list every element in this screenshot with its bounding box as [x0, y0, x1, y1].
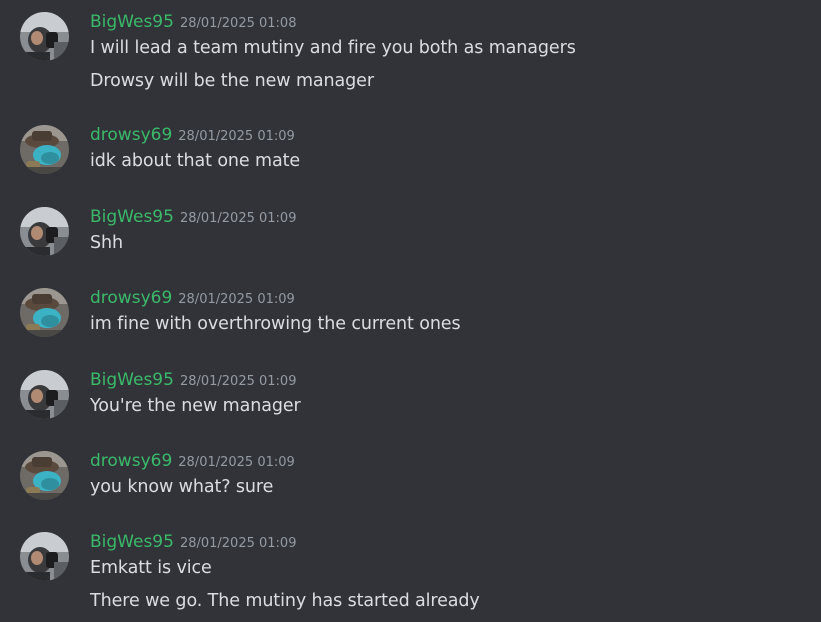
- username[interactable]: drowsy69: [90, 288, 172, 308]
- message-header: drowsy69 28/01/2025 01:09: [90, 125, 295, 149]
- message-text: Shh: [90, 233, 123, 253]
- message-text: There we go. The mutiny has started alre…: [90, 591, 480, 611]
- timestamp: 28/01/2025 01:08: [179, 16, 297, 31]
- message-text: Emkatt is vice: [90, 558, 212, 578]
- username[interactable]: BigWes95: [90, 532, 174, 552]
- message-header: drowsy69 28/01/2025 01:09: [90, 451, 295, 475]
- timestamp: 28/01/2025 01:09: [179, 536, 297, 551]
- username[interactable]: drowsy69: [90, 451, 172, 471]
- timestamp: 28/01/2025 01:09: [179, 211, 297, 226]
- message-list: BigWes95 28/01/2025 01:08 I will lead a t…: [0, 0, 821, 622]
- message-text: im fine with overthrowing the current on…: [90, 314, 461, 334]
- message-header: BigWes95 28/01/2025 01:09: [90, 532, 296, 556]
- message-text: I will lead a team mutiny and fire you b…: [90, 38, 576, 58]
- drowsy69-avatar[interactable]: [20, 451, 69, 500]
- timestamp: 28/01/2025 01:09: [179, 374, 297, 389]
- message-text: idk about that one mate: [90, 151, 301, 171]
- timestamp: 28/01/2025 01:09: [178, 292, 295, 307]
- message-header: drowsy69 28/01/2025 01:09: [90, 288, 295, 312]
- message-text: you know what? sure: [90, 477, 274, 497]
- username[interactable]: drowsy69: [90, 125, 172, 145]
- username[interactable]: BigWes95: [90, 207, 174, 227]
- timestamp: 28/01/2025 01:09: [178, 129, 295, 144]
- message-header: BigWes95 28/01/2025 01:08: [90, 12, 296, 36]
- bigwes95-avatar[interactable]: [20, 12, 69, 61]
- message-header: BigWes95 28/01/2025 01:09: [90, 207, 296, 231]
- drowsy69-avatar[interactable]: [20, 288, 69, 337]
- bigwes95-avatar[interactable]: [20, 370, 69, 419]
- bigwes95-avatar[interactable]: [20, 532, 69, 581]
- message-header: BigWes95 28/01/2025 01:09: [90, 370, 296, 394]
- timestamp: 28/01/2025 01:09: [178, 455, 295, 470]
- message-text: You're the new manager: [90, 396, 301, 416]
- message-text: Drowsy will be the new manager: [90, 71, 374, 91]
- bigwes95-avatar[interactable]: [20, 207, 69, 256]
- username[interactable]: BigWes95: [90, 370, 174, 390]
- username[interactable]: BigWes95: [90, 12, 174, 32]
- drowsy69-avatar[interactable]: [20, 125, 69, 174]
